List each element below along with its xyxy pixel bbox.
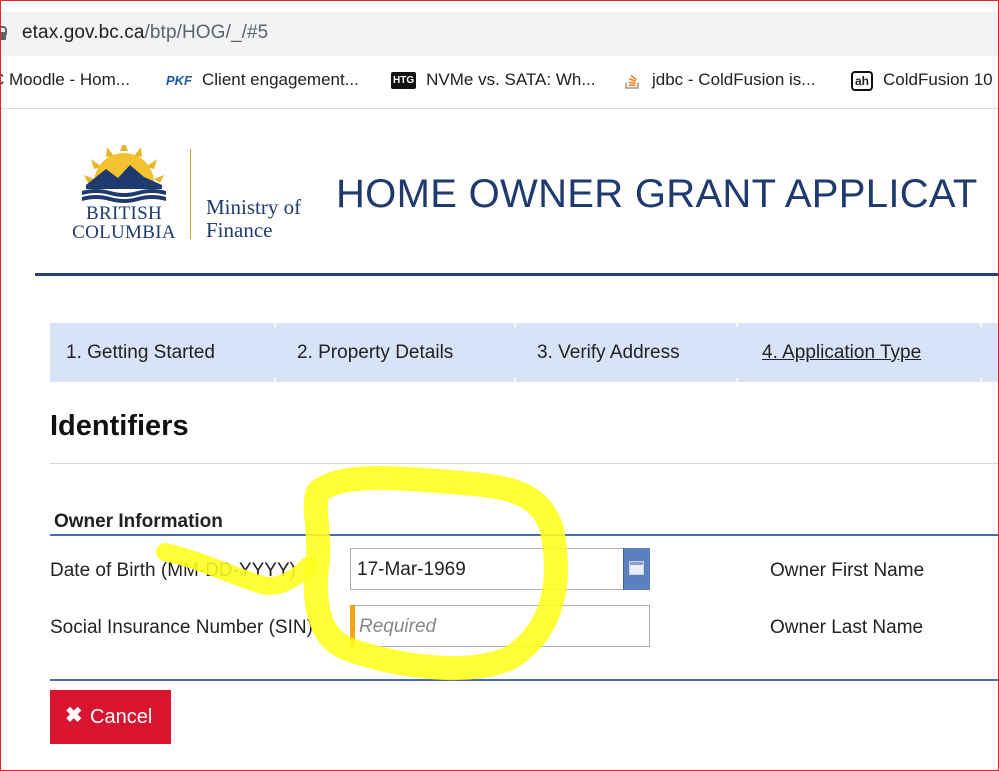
cancel-label: Cancel: [90, 706, 153, 728]
bookmark-coldfusion-10[interactable]: ah ColdFusion 10: [851, 70, 993, 91]
bookmarks-bar: C Moodle - Hom... PKF Client engagement..…: [0, 62, 999, 100]
page-title: HOME OWNER GRANT APPLICAT: [336, 172, 978, 216]
bookmark-jdbc-coldfusion[interactable]: jdbc - ColdFusion is...: [624, 70, 815, 90]
bookmark-label: ColdFusion 10: [883, 70, 993, 89]
bookmark-label: NVMe vs. SATA: Wh...: [426, 70, 596, 89]
dob-label: Date of Birth (MM-DD-YYYY): [50, 560, 296, 581]
owner-last-name-label: Owner Last Name: [770, 617, 924, 638]
cancel-button[interactable]: ✖ Cancel: [50, 690, 171, 744]
close-icon: ✖: [65, 704, 83, 727]
section-divider: [50, 463, 999, 464]
form-bottom-rule: [50, 679, 999, 681]
bookmark-label: jdbc - ColdFusion is...: [652, 70, 816, 89]
step-label: 4. Application Type: [762, 342, 922, 363]
step-label: 1. Getting Started: [66, 342, 215, 363]
dob-value: 17-Mar-1969: [357, 559, 466, 580]
progress-steps: 1. Getting Started 2. Property Details 3…: [50, 323, 999, 382]
pkf-icon: PKF: [166, 73, 192, 89]
bookmark-nvme-vs-sata[interactable]: HTG NVMe vs. SATA: Wh...: [391, 70, 596, 90]
step-getting-started[interactable]: 1. Getting Started: [50, 323, 276, 382]
ministry-line1: Ministry of: [206, 195, 302, 219]
subheading-rule: [50, 534, 999, 536]
section-title: Identifiers: [50, 410, 189, 442]
url-text[interactable]: etax.gov.bc.ca/btp/HOG/_/#5: [22, 22, 268, 44]
step-application-type[interactable]: 4. Application Type: [738, 323, 982, 382]
calendar-icon: [629, 561, 644, 575]
sin-placeholder: Required: [359, 616, 437, 637]
bookmark-label: C Moodle - Hom...: [0, 70, 130, 89]
window-frame: [0, 0, 999, 771]
header-rule: [35, 273, 999, 276]
calendar-button[interactable]: [623, 548, 650, 590]
bc-sun-mountain-icon: [82, 145, 166, 203]
step-next[interactable]: [982, 323, 999, 382]
logo-line1: BRITISH: [86, 203, 162, 224]
url-path: /btp/HOG/_/#5: [144, 22, 269, 43]
ministry-name: Ministry of Finance: [206, 196, 301, 242]
dob-input[interactable]: 17-Mar-1969: [350, 548, 650, 590]
url-host: etax.gov.bc.ca: [22, 22, 145, 43]
logo-wordmark: BRITISH COLUMBIA: [68, 204, 180, 242]
highlighter-annotation: [156, 465, 568, 680]
bookmark-moodle[interactable]: C Moodle - Hom...: [0, 70, 130, 90]
bookmark-label: Client engagement...: [202, 70, 359, 89]
owner-first-name-label: Owner First Name: [770, 560, 925, 581]
sin-input[interactable]: Required: [350, 605, 650, 647]
chrome-divider: [0, 108, 999, 109]
bc-logo[interactable]: BRITISH COLUMBIA: [68, 145, 183, 245]
step-label: 3. Verify Address: [537, 342, 680, 363]
step-property-details[interactable]: 2. Property Details: [276, 323, 516, 382]
logo-divider: [190, 149, 191, 239]
address-bar[interactable]: etax.gov.bc.ca/btp/HOG/_/#5: [0, 12, 999, 56]
logo-line2: COLUMBIA: [72, 222, 176, 243]
sin-label: Social Insurance Number (SIN): [50, 617, 313, 638]
htg-icon: HTG: [391, 72, 417, 90]
bookmark-client-engagement[interactable]: PKF Client engagement...: [166, 70, 359, 90]
step-label: 2. Property Details: [297, 342, 454, 363]
step-verify-address[interactable]: 3. Verify Address: [516, 323, 738, 382]
stackoverflow-icon: [625, 74, 639, 89]
required-indicator: [350, 605, 355, 647]
owner-information-heading: Owner Information: [54, 511, 223, 532]
lock-icon: [0, 26, 7, 40]
ministry-line2: Finance: [206, 218, 273, 242]
ah-icon: ah: [851, 70, 874, 91]
